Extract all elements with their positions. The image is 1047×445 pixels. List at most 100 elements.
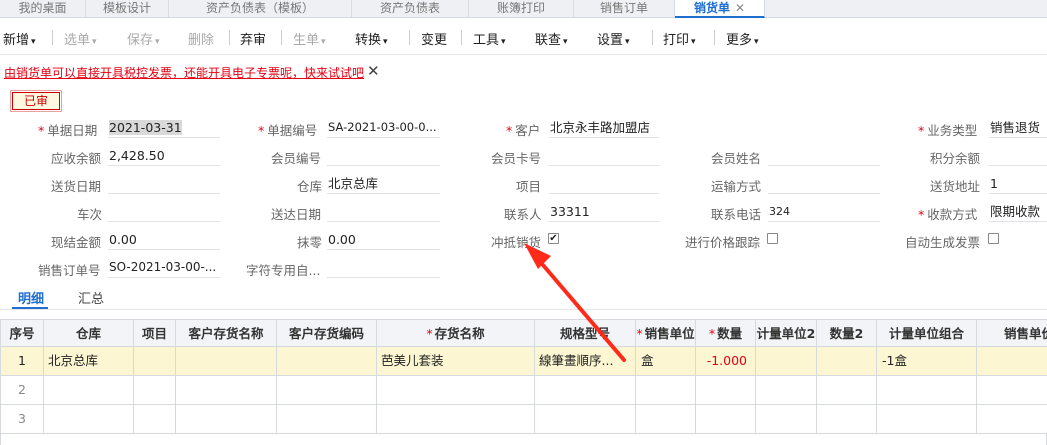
cell-unit[interactable]: 盒 [636, 347, 696, 376]
char-custom-field[interactable] [327, 258, 440, 278]
cell-qty2[interactable] [817, 376, 877, 405]
save-button[interactable]: 保存 ▾ [127, 29, 160, 48]
tab-ledger-print[interactable]: 账簿打印 [469, 0, 574, 18]
cell-unit2[interactable] [756, 405, 817, 434]
delivery-date-field[interactable] [108, 174, 220, 194]
cell-cust-name[interactable] [176, 405, 277, 434]
cell-inv-name[interactable] [377, 405, 535, 434]
so-no-field[interactable]: SO-2021-03-00-... [108, 258, 220, 278]
doc-no-field[interactable]: SA-2021-03-00-0... [327, 118, 440, 138]
cell-unit-combo[interactable]: -1盒 [877, 347, 977, 376]
tab-sales-order[interactable]: 销售订单 [574, 0, 675, 18]
cell-project[interactable] [134, 347, 176, 376]
member-no-field[interactable] [327, 146, 440, 166]
cell-inv-name[interactable]: 芭美儿套装 [377, 347, 535, 376]
cell-sale-unit[interactable] [977, 405, 1047, 434]
member-card-field[interactable] [549, 146, 659, 166]
tab-sales-delivery[interactable]: 销货单 ✕ [675, 0, 765, 18]
cell-qty2[interactable] [817, 405, 877, 434]
erase-field[interactable]: 0.00 [327, 230, 440, 250]
cell-qty[interactable] [696, 405, 756, 434]
transport-field[interactable] [768, 174, 880, 194]
cell-unit2[interactable] [756, 347, 817, 376]
offset-checkbox[interactable]: ✔ [548, 233, 559, 244]
settings-button[interactable]: 设置 ▾ [597, 29, 630, 48]
column-header-qty: * 数量 [696, 319, 756, 347]
generate-button[interactable]: 生单 ▾ [293, 29, 326, 48]
receivable-field: 2,428.50 [108, 146, 220, 166]
cell-unit2[interactable] [756, 376, 817, 405]
doc-date-field[interactable]: 2021-03-31 [108, 118, 220, 138]
pay-method-field[interactable]: 限期收款 [989, 202, 1047, 222]
tab-summary[interactable]: 汇总 [78, 288, 104, 307]
select-button[interactable]: 选单 ▾ [64, 29, 97, 48]
warehouse-field[interactable]: 北京总库 [327, 174, 440, 194]
cell-unit-combo[interactable] [877, 376, 977, 405]
cell-spec[interactable]: 線筆畫順序... [535, 347, 636, 376]
tab-balance-sheet-template[interactable]: 资产负债表（模板） [169, 0, 352, 18]
abandon-label: 弃审 [240, 33, 267, 48]
points-label: 积分余额 [930, 151, 981, 166]
print-button[interactable]: 打印 ▾ [663, 29, 696, 48]
member-name-field[interactable] [768, 146, 880, 166]
label-text: 单据日期 [47, 123, 98, 138]
cell-sale-unit[interactable] [977, 347, 1047, 376]
customer-field[interactable]: 北京永丰路加盟店 [549, 118, 659, 138]
doc-no-label: * 单据编号 [258, 120, 317, 139]
cell-cust-code[interactable] [277, 405, 377, 434]
auto-invoice-checkbox[interactable] [988, 233, 999, 244]
tab-detail[interactable]: 明细 [18, 288, 44, 307]
project-field[interactable] [549, 174, 659, 194]
cell-spec[interactable] [535, 405, 636, 434]
price-track-checkbox[interactable] [767, 233, 778, 244]
abandon-button[interactable]: 弃审 [240, 29, 266, 48]
query-button[interactable]: 联查 ▾ [535, 29, 568, 48]
tab-label: 资产负债表（模板） [205, 1, 314, 15]
e-invoice-notice-link[interactable]: 由销货单可以直接开具税控发票，还能开具电子专票呢，快来试试吧 [4, 64, 364, 81]
delivery-addr-field[interactable]: 1 [989, 174, 1047, 194]
cell-qty[interactable] [696, 376, 756, 405]
chevron-down-icon: ▾ [321, 37, 326, 47]
biz-type-field[interactable]: 销售退货 [989, 118, 1047, 138]
phone-field[interactable]: 324 [768, 202, 880, 222]
cell-unit[interactable] [636, 376, 696, 405]
delete-label: 删除 [188, 33, 215, 48]
cell-sale-unit[interactable] [977, 376, 1047, 405]
cell-spec[interactable] [535, 376, 636, 405]
cash-amount-field[interactable]: 0.00 [108, 230, 220, 250]
cell-qty[interactable]: -1.000 [696, 347, 756, 376]
cell-unit[interactable] [636, 405, 696, 434]
contact-field[interactable]: 33311 [549, 202, 659, 222]
cell-inv-name[interactable] [377, 376, 535, 405]
member-card-label: 会员卡号 [491, 151, 542, 166]
tab-balance-sheet[interactable]: 资产负债表 [352, 0, 469, 18]
tab-template-design[interactable]: 模板设计 [86, 0, 169, 18]
points-field[interactable] [989, 146, 1047, 166]
change-button[interactable]: 变更 [421, 29, 447, 48]
tab-desktop[interactable]: 我的桌面 [0, 0, 86, 18]
tools-button[interactable]: 工具 ▾ [473, 29, 506, 48]
member-name-label: 会员姓名 [711, 151, 762, 166]
cell-cust-name[interactable] [176, 347, 277, 376]
column-header-unit2: 计量单位2 [756, 319, 817, 347]
cell-warehouse[interactable]: 北京总库 [44, 347, 134, 376]
cell-qty2[interactable] [817, 347, 877, 376]
column-header-warehouse: 仓库 [44, 319, 134, 347]
close-icon[interactable]: ✕ [367, 62, 380, 80]
close-icon[interactable]: ✕ [735, 1, 745, 15]
new-button[interactable]: 新增 ▾ [3, 29, 36, 48]
cell-warehouse[interactable] [44, 405, 134, 434]
arrive-date-field[interactable] [327, 202, 440, 222]
cell-cust-name[interactable] [176, 376, 277, 405]
cell-warehouse[interactable] [44, 376, 134, 405]
cell-cust-code[interactable] [277, 347, 377, 376]
cell-project[interactable] [134, 405, 176, 434]
convert-button[interactable]: 转换 ▾ [355, 29, 388, 48]
cell-unit-combo[interactable] [877, 405, 977, 434]
cell-project[interactable] [134, 376, 176, 405]
cell-cust-code[interactable] [277, 376, 377, 405]
more-button[interactable]: 更多 ▾ [726, 29, 759, 48]
toolbar: 新增 ▾ 选单 ▾ 保存 ▾ 删除 弃审 生单 ▾ 转换 ▾ 变更 工具 ▾ 联查 ▾ 设置 ▾… [0, 19, 1047, 55]
delete-button[interactable]: 删除 [188, 29, 214, 48]
trip-field[interactable] [108, 202, 220, 222]
